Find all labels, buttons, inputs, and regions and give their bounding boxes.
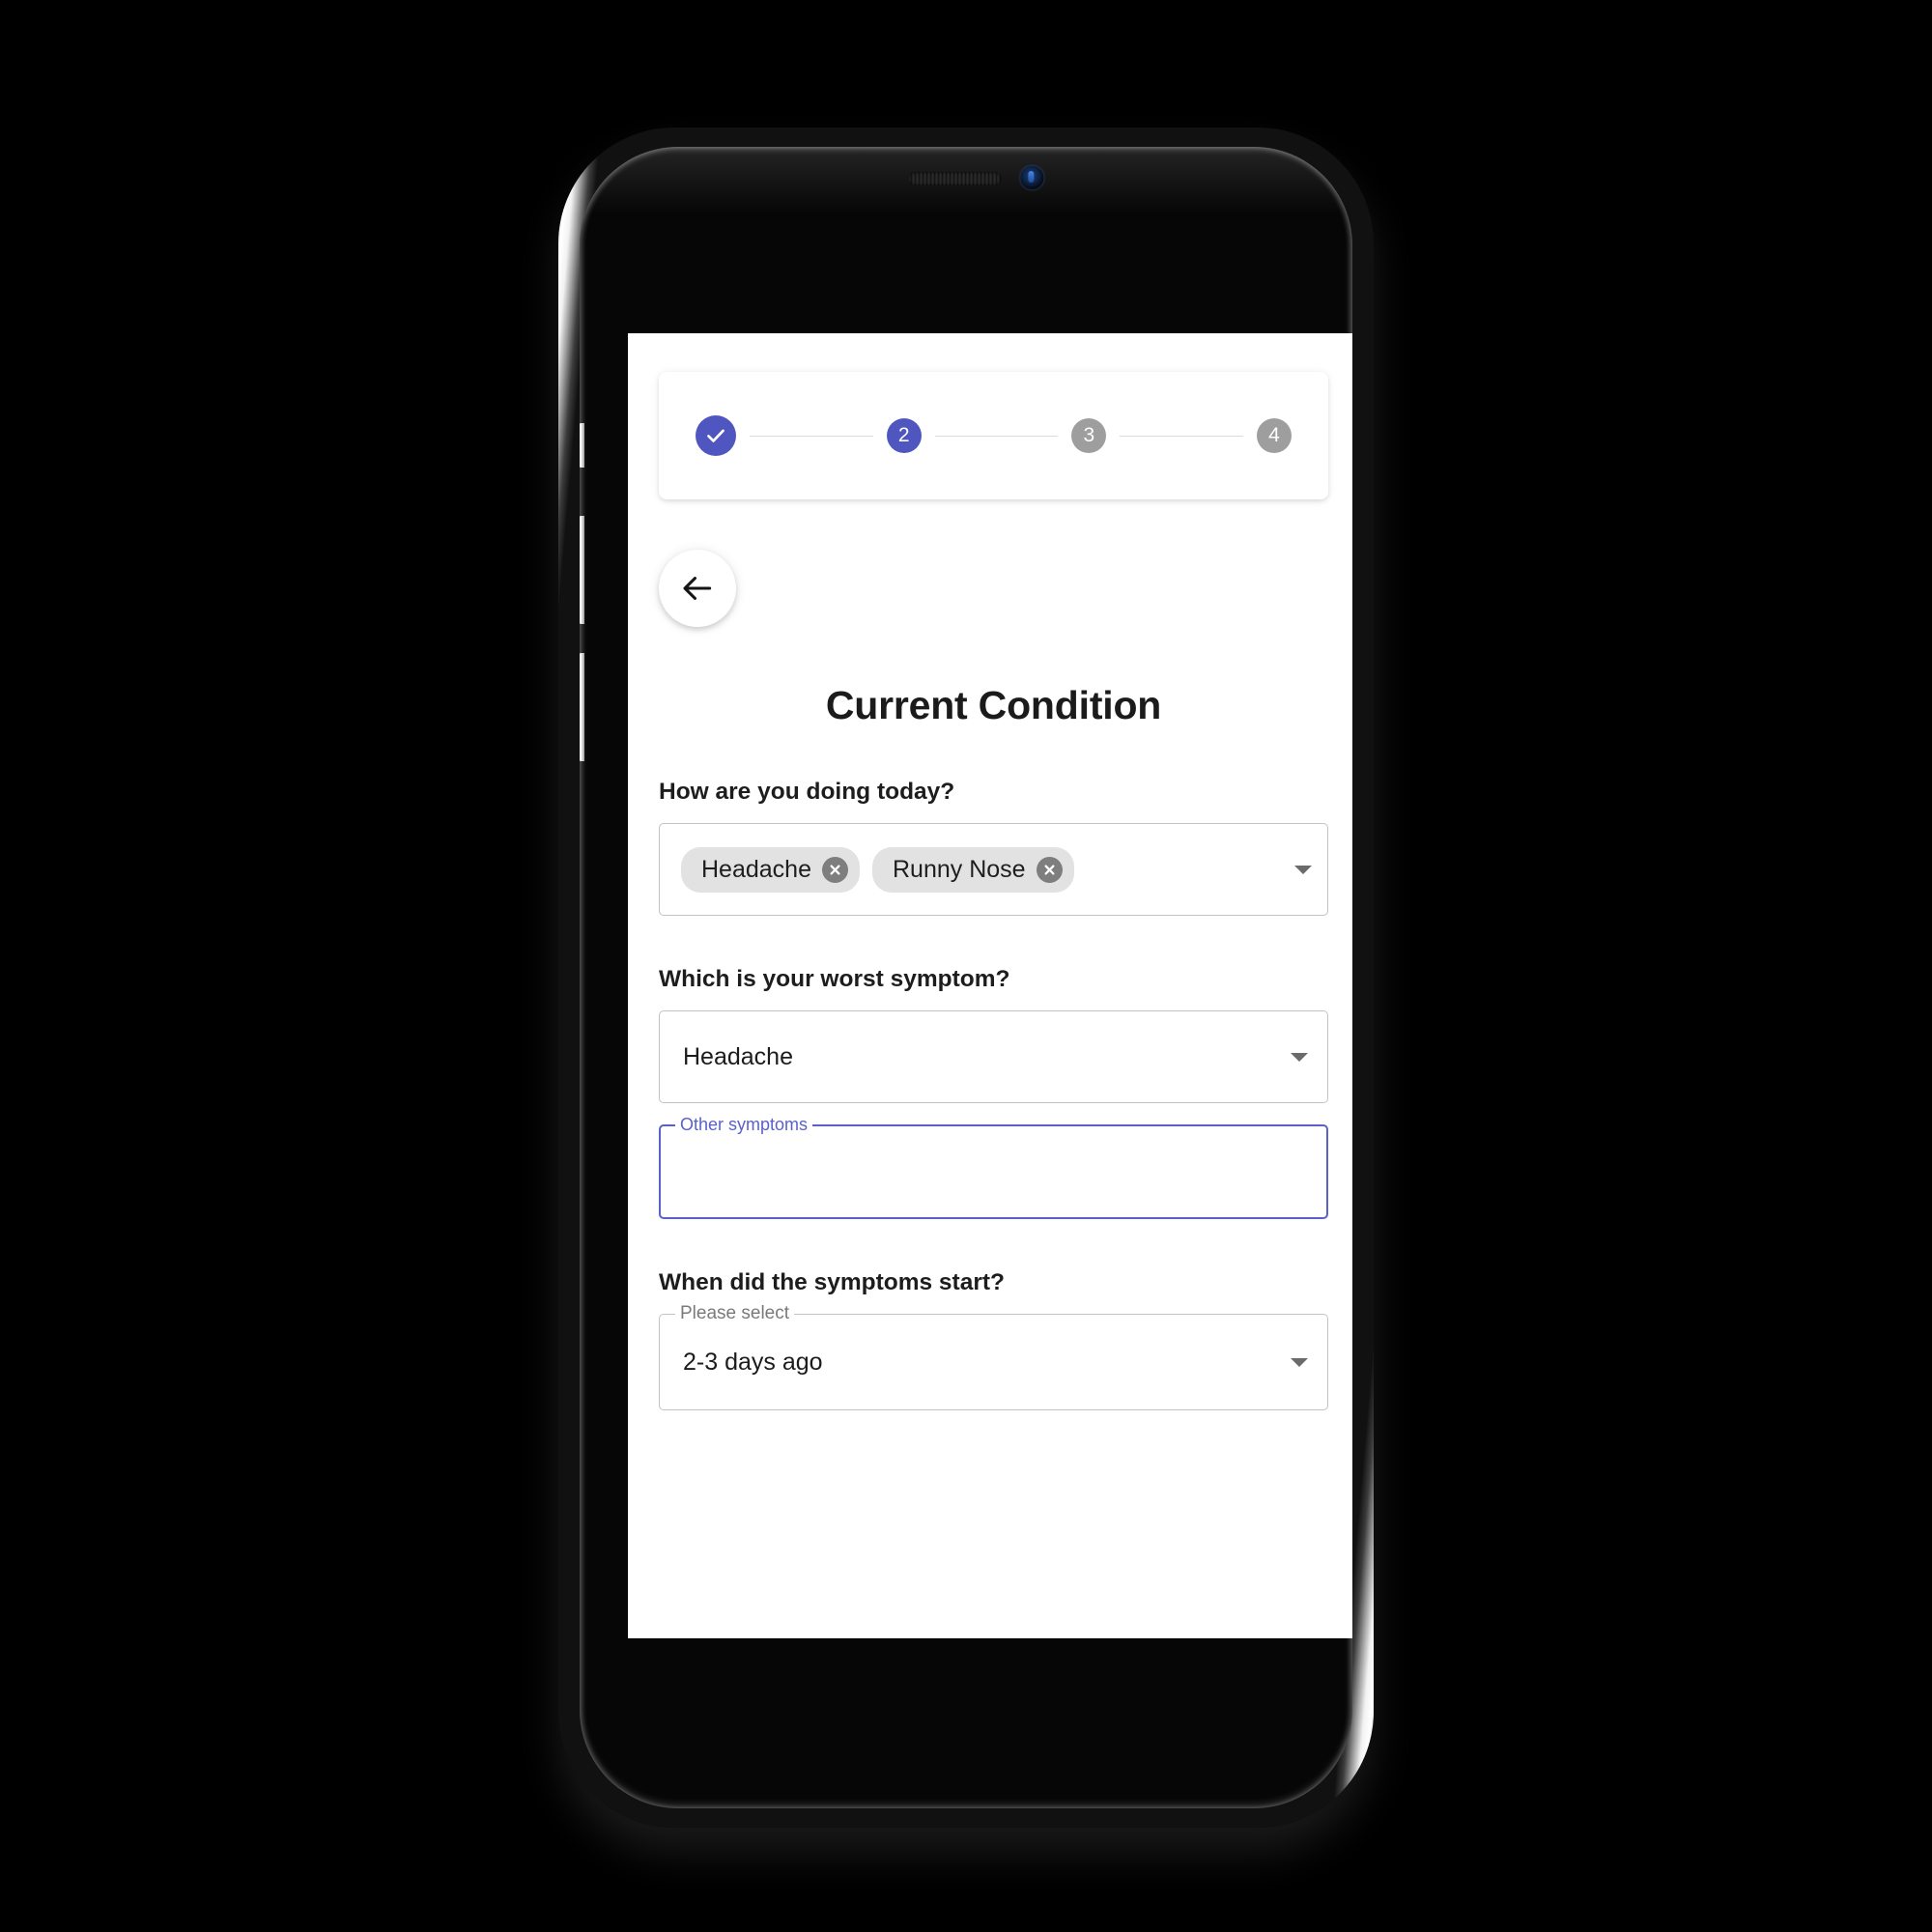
chip-label: Headache [701,855,811,883]
chip-remove-icon[interactable] [1036,856,1063,883]
symptom-start-select[interactable]: 2-3 days ago [659,1314,1328,1410]
chip-label: Runny Nose [892,855,1026,883]
stepper-connector-1 [750,435,873,437]
chip-remove-icon[interactable] [821,856,848,883]
caret-down-icon[interactable] [1294,865,1312,874]
other-symptoms-field[interactable]: Other symptoms [659,1115,1328,1219]
silent-switch-button[interactable] [580,423,584,468]
other-symptoms-floating-label: Other symptoms [675,1115,813,1134]
worst-symptom-value: Headache [683,1042,793,1070]
symptoms-question-label: How are you doing today? [659,779,955,805]
stepper-step-2-active[interactable]: 2 [886,418,922,453]
stepper-connector-3 [1120,435,1244,437]
chip-runny-nose[interactable]: Runny Nose [871,846,1074,893]
caret-down-icon[interactable] [1291,1052,1308,1062]
symptom-start-field: 2-3 days ago Please select [659,1303,1328,1410]
symptoms-multiselect[interactable]: Headache Runny Nose [659,823,1328,916]
symptom-start-question-label: When did the symptoms start? [659,1269,1006,1295]
earpiece-speaker-icon [908,172,1002,185]
close-icon [830,864,840,875]
selected-symptom-chips: Headache Runny Nose [681,846,1294,893]
arrow-left-icon [683,577,712,600]
symptom-start-floating-label: Please select [675,1303,795,1324]
chip-headache[interactable]: Headache [681,846,860,893]
symptom-start-value: 2-3 days ago [683,1348,823,1376]
phone-bezel: 2 3 4 Current Condition How are you doin… [580,147,1352,1808]
other-symptoms-input[interactable] [659,1124,1328,1219]
back-button[interactable] [659,550,736,627]
phone-frame: 2 3 4 Current Condition How are you doin… [558,128,1374,1828]
worst-symptom-question-label: Which is your worst symptom? [659,966,1010,992]
stepper-step-1-completed[interactable] [696,415,736,456]
close-icon [1044,864,1055,875]
front-camera-icon [1020,166,1044,189]
check-icon [707,429,724,442]
stepper-step-3[interactable]: 3 [1071,418,1107,453]
stepper-step-4[interactable]: 4 [1257,418,1293,453]
stepper-connector-2 [934,435,1059,437]
volume-down-button[interactable] [580,653,584,761]
volume-up-button[interactable] [580,516,584,624]
page-title: Current Condition [825,683,1162,727]
worst-symptom-select[interactable]: Headache [659,1010,1328,1103]
caret-down-icon[interactable] [1291,1357,1308,1367]
phone-screen: 2 3 4 Current Condition How are you doin… [628,333,1352,1638]
app-page: 2 3 4 Current Condition How are you doin… [628,372,1352,1410]
progress-stepper: 2 3 4 [659,372,1328,499]
stepper-row: 2 3 4 [696,415,1293,456]
